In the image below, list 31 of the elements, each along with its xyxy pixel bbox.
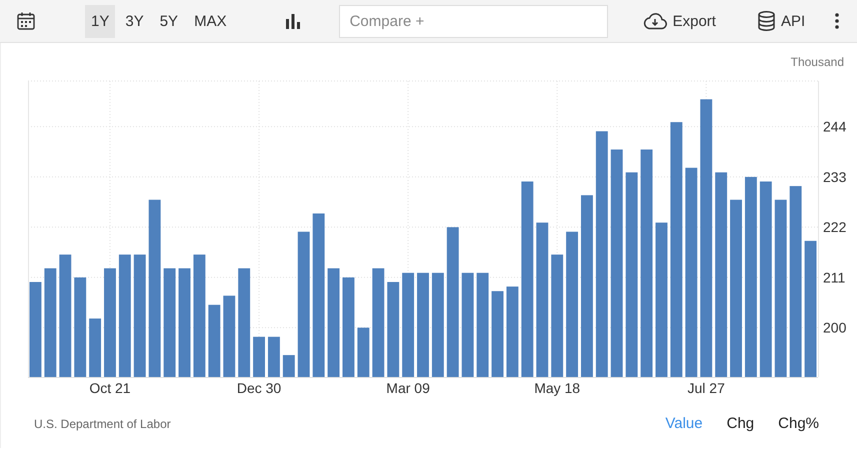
bar — [268, 336, 280, 377]
source-label: U.S. Department of Labor — [34, 416, 171, 430]
y-axis-label: 233 — [823, 168, 846, 185]
database-icon — [758, 11, 775, 31]
y-axis-label: 222 — [823, 219, 846, 236]
x-axis-label: Mar 09 — [386, 380, 430, 396]
mode-tab[interactable]: Chg% — [778, 415, 819, 432]
x-axis-label: Dec 30 — [236, 380, 282, 396]
y-axis-label: 200 — [823, 320, 846, 336]
bar — [253, 336, 265, 377]
api-button[interactable]: API — [754, 4, 810, 38]
export-button[interactable]: Export — [638, 4, 720, 38]
period-tab[interactable]: 1Y — [85, 4, 116, 38]
bar-chart-icon[interactable] — [284, 13, 301, 29]
y-axis-label: 211 — [823, 269, 846, 286]
x-axis-label: Jul 27 — [688, 380, 725, 396]
bar — [89, 318, 102, 377]
bar — [357, 328, 370, 377]
bar — [282, 355, 295, 377]
x-axis-label: May 18 — [534, 380, 580, 396]
period-tab[interactable]: 3Y — [119, 4, 150, 38]
cloud-download-icon — [642, 12, 667, 30]
calendar-icon[interactable] — [17, 12, 35, 30]
period-tab[interactable]: 5Y — [154, 4, 184, 38]
x-axis-label: Oct 21 — [89, 380, 131, 396]
mode-tab[interactable]: Chg — [726, 415, 754, 432]
y-axis-label: 244 — [823, 118, 846, 135]
compare-field[interactable]: Compare + — [338, 4, 608, 38]
period-tab[interactable]: MAX — [188, 4, 233, 38]
more-menu-icon[interactable] — [835, 13, 839, 29]
unit-label: Thousand — [790, 55, 844, 71]
